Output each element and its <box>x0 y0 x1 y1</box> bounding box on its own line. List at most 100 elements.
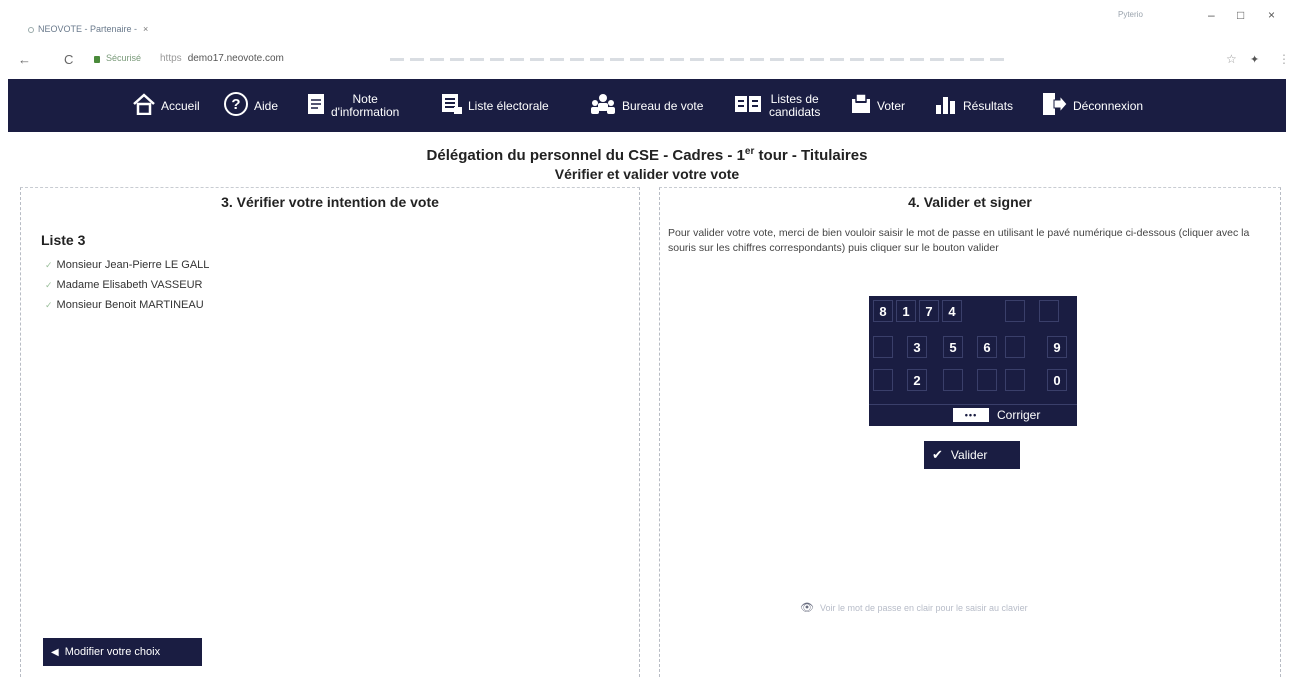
arrow-left-icon: ◀ <box>51 646 59 658</box>
nav-accueil[interactable]: Accueil <box>132 79 200 132</box>
people-icon <box>589 92 617 119</box>
nav-deconnexion[interactable]: Déconnexion <box>1042 79 1143 132</box>
minimize-icon[interactable]: – <box>1208 8 1215 22</box>
check-icon: ✓ <box>45 280 53 290</box>
bookmark-star-icon[interactable]: ☆ <box>1226 52 1237 66</box>
keypad-key[interactable]: 0 <box>1047 369 1067 391</box>
title-superscript: er <box>744 146 755 157</box>
keypad-key[interactable]: 1 <box>896 300 916 322</box>
selected-list-name: Liste 3 <box>41 232 86 248</box>
validate-instructions: Pour valider votre vote, merci de bien v… <box>668 227 1250 254</box>
keypad-key[interactable] <box>1039 300 1059 322</box>
nav-resultats-label: Résultats <box>963 98 1014 113</box>
help-icon: ? <box>223 91 249 120</box>
verify-panel: 3. Vérifier votre intention de vote List… <box>20 187 640 677</box>
candidate-item: ✓ Monsieur Benoit MARTINEAU <box>45 299 204 311</box>
modify-choice-label: Modifier votre choix <box>64 646 161 658</box>
secure-label: Sécurisé <box>106 53 142 63</box>
nav-note-label-1: Note <box>352 91 378 106</box>
keypad-key[interactable]: 9 <box>1047 336 1067 358</box>
validate-button[interactable]: ✔ Valider <box>924 441 1020 469</box>
candidate-name: Monsieur Benoit MARTINEAU <box>56 299 204 311</box>
keypad-key[interactable] <box>1005 369 1025 391</box>
home-icon <box>132 93 156 118</box>
reload-icon[interactable]: C <box>64 52 73 67</box>
nav-liste-electorale-label: Liste électorale <box>468 98 549 113</box>
url-path-blurred <box>390 58 1010 61</box>
favicon-icon <box>28 26 34 33</box>
url-field[interactable]: https demo17.neovote.com <box>160 53 284 64</box>
nav-note-information[interactable]: Note d'information <box>306 79 399 132</box>
svg-text:?: ? <box>231 96 240 113</box>
nav-accueil-label: Accueil <box>161 98 200 113</box>
main-nav: Accueil ? Aide Note d'information Liste é… <box>8 79 1286 132</box>
show-password-link[interactable]: 👁 Voir le mot de passe en clair pour le s… <box>800 601 1028 614</box>
keypad-key[interactable] <box>873 336 893 358</box>
title-suffix: tour - Titulaires <box>754 147 868 164</box>
nav-aide[interactable]: ? Aide <box>223 79 278 132</box>
candidate-item: ✓ Monsieur Jean-Pierre LE GALL <box>45 259 209 271</box>
browser-menu-icon[interactable]: ⋮ <box>1278 52 1290 66</box>
validate-panel-title: 4. Valider et signer <box>908 194 1032 210</box>
profile-label[interactable]: Pyterio <box>1118 10 1143 19</box>
password-field: ••• <box>953 408 989 422</box>
lock-icon <box>94 56 100 63</box>
nav-listes-candidats[interactable]: Listes de candidats <box>734 79 820 132</box>
verify-panel-title: 3. Vérifier votre intention de vote <box>221 194 439 210</box>
check-icon: ✓ <box>45 260 53 270</box>
nav-liste-electorale[interactable]: Liste électorale <box>441 79 549 132</box>
nav-listes-label-2: candidats <box>769 104 821 119</box>
document-icon <box>306 92 326 119</box>
extension-icon[interactable]: ✦ <box>1250 53 1259 66</box>
page-title: Délégation du personnel du CSE - Cadres … <box>0 146 1294 164</box>
keypad-key[interactable]: 8 <box>873 300 893 322</box>
url-protocol: https <box>160 53 182 64</box>
candidate-item: ✓ Madame Elisabeth VASSEUR <box>45 279 202 291</box>
keypad-key[interactable]: 5 <box>943 336 963 358</box>
browser-tab[interactable]: NEOVOTE - Partenaire - × <box>28 24 148 34</box>
check-icon: ✓ <box>45 300 53 310</box>
logout-icon <box>1042 92 1068 119</box>
modify-choice-button[interactable]: ◀ Modifier votre choix <box>43 638 202 666</box>
window-close-icon[interactable]: × <box>1268 8 1275 22</box>
list-icon <box>441 93 463 118</box>
keypad-key[interactable]: 2 <box>907 369 927 391</box>
nav-note-label-2: d'information <box>331 104 400 119</box>
nav-bureau-de-vote[interactable]: Bureau de vote <box>589 79 703 132</box>
eye-icon: 👁 <box>800 602 814 614</box>
ballot-list-icon <box>734 93 764 118</box>
checkmark-icon: ✔ <box>932 447 943 462</box>
validate-label: Valider <box>950 448 988 462</box>
nav-deconnexion-label: Déconnexion <box>1073 98 1144 113</box>
keypad-key[interactable]: 4 <box>942 300 962 322</box>
nav-resultats[interactable]: Résultats <box>934 79 1013 132</box>
keypad-key[interactable] <box>1005 336 1025 358</box>
nav-voter[interactable]: Voter <box>850 79 905 132</box>
keypad-key[interactable]: 6 <box>977 336 997 358</box>
url-text: demo17.neovote.com <box>187 53 284 64</box>
nav-listes-label-1: Listes de <box>770 91 819 106</box>
page-subtitle: Vérifier et valider votre vote <box>554 166 740 182</box>
ballot-box-icon <box>850 93 872 118</box>
browser-tabbar <box>0 0 1294 42</box>
validate-panel: 4. Valider et signer Pour valider votre … <box>659 187 1281 677</box>
maximize-icon[interactable]: □ <box>1237 8 1244 22</box>
candidate-name: Monsieur Jean-Pierre LE GALL <box>56 259 210 271</box>
back-icon[interactable]: ← <box>18 52 31 67</box>
show-password-label: Voir le mot de passe en clair pour le sa… <box>819 603 1028 613</box>
tab-title: NEOVOTE - Partenaire - <box>38 24 138 34</box>
correct-button[interactable]: Corriger <box>997 408 1040 422</box>
nav-bureau-label: Bureau de vote <box>622 98 704 113</box>
keypad-key[interactable]: 7 <box>919 300 939 322</box>
keypad-key[interactable] <box>873 369 893 391</box>
title-main: Délégation du personnel du CSE - Cadres … <box>426 147 745 164</box>
nav-aide-label: Aide <box>254 98 279 113</box>
bar-chart-icon <box>934 93 958 118</box>
keypad-key[interactable] <box>1005 300 1025 322</box>
keypad-key[interactable] <box>943 369 963 391</box>
keypad-key[interactable]: 3 <box>907 336 927 358</box>
numeric-keypad: 8 1 7 4 3 5 6 9 2 0 ••• Corriger <box>869 296 1077 426</box>
tab-close-icon[interactable]: × <box>143 24 148 34</box>
keypad-key[interactable] <box>977 369 997 391</box>
nav-voter-label: Voter <box>877 98 906 113</box>
